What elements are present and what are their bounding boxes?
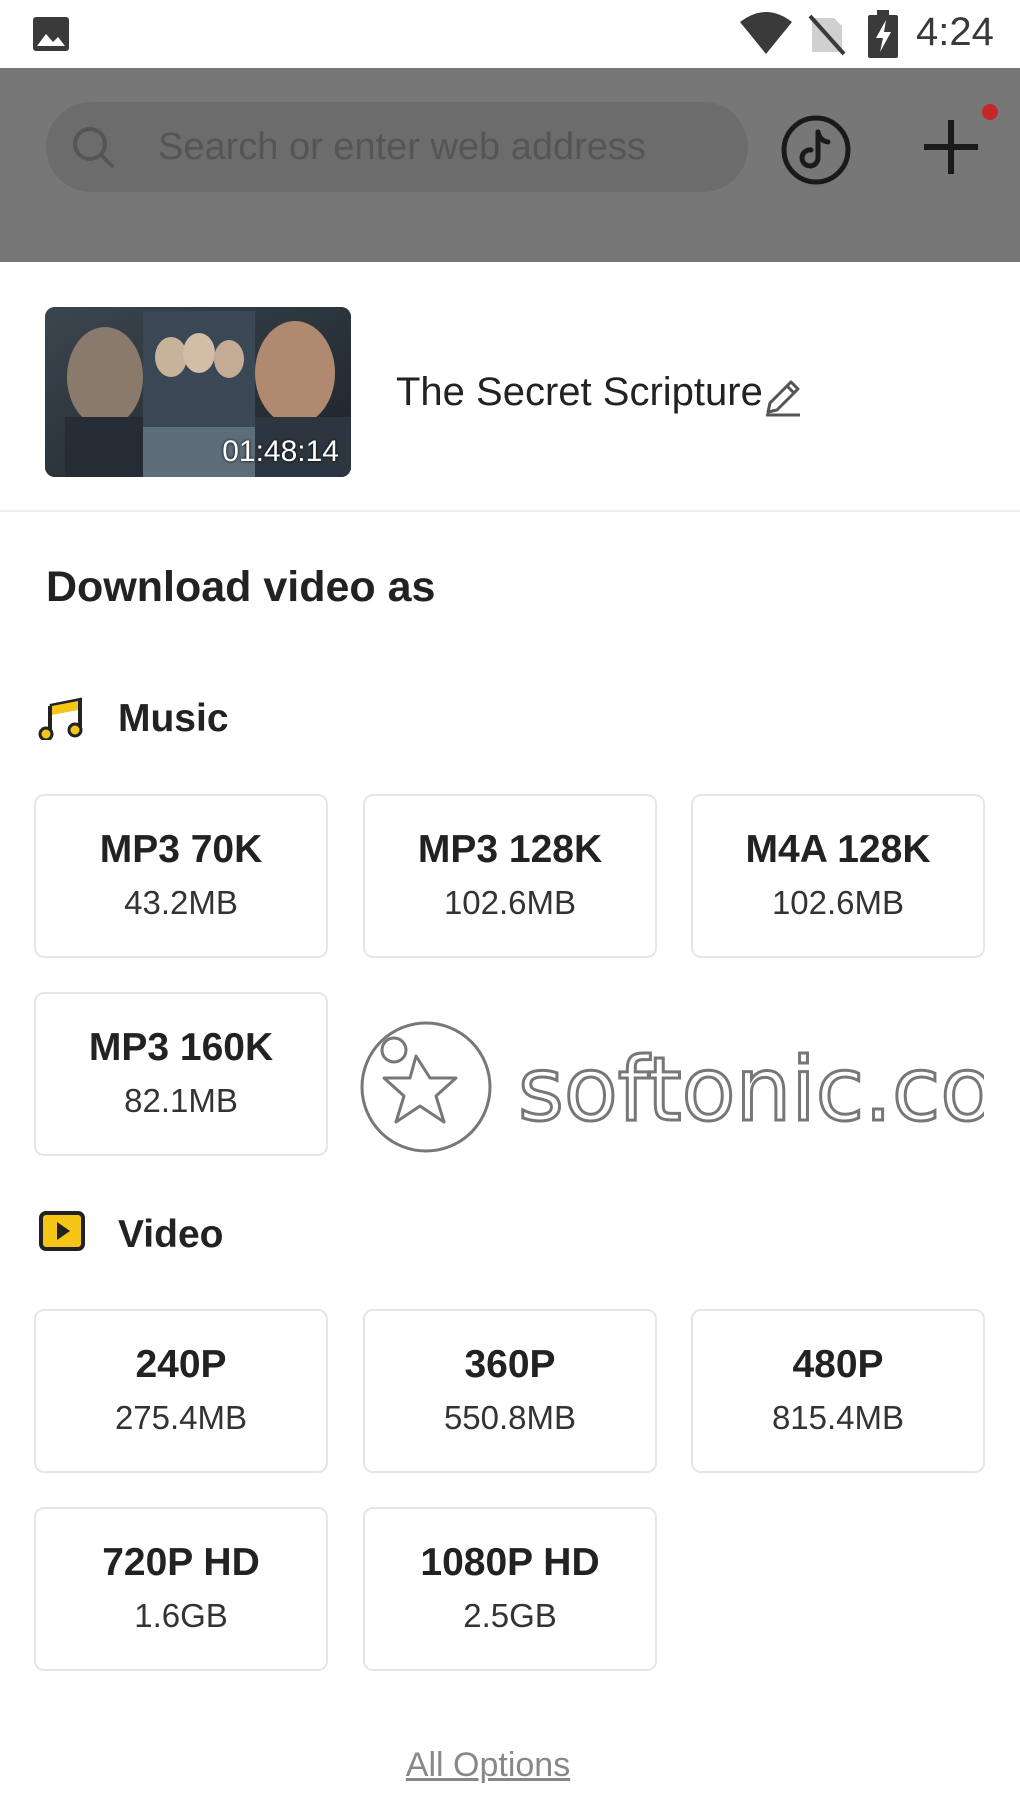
video-play-icon xyxy=(39,1211,85,1251)
video-info: 01:48:14 The Secret Scripture xyxy=(0,262,1020,512)
option-480p[interactable]: 480P 815.4MB xyxy=(691,1309,985,1473)
video-title: The Secret Scripture xyxy=(396,370,763,414)
status-bar: 4:24 xyxy=(0,0,1020,68)
edit-pencil-icon[interactable] xyxy=(762,376,804,418)
option-size: 102.6MB xyxy=(443,884,577,921)
option-quality: MP3 70K xyxy=(99,828,263,871)
option-mp3-70k[interactable]: MP3 70K 43.2MB xyxy=(34,794,328,958)
option-1080p-hd[interactable]: 1080P HD 2.5GB xyxy=(363,1507,657,1671)
search-bar[interactable] xyxy=(46,102,748,192)
option-mp3-128k[interactable]: MP3 128K 102.6MB xyxy=(363,794,657,958)
all-options-link[interactable]: All Options xyxy=(0,1746,976,1785)
status-time: 4:24 xyxy=(916,10,994,54)
wifi-icon xyxy=(740,12,792,54)
option-720p-hd[interactable]: 720P HD 1.6GB xyxy=(34,1507,328,1671)
option-size: 275.4MB xyxy=(114,1399,248,1436)
option-m4a-128k[interactable]: M4A 128K 102.6MB xyxy=(691,794,985,958)
option-quality: 1080P HD xyxy=(420,1541,600,1584)
battery-charging-icon xyxy=(868,10,898,58)
softonic-logo-icon: softonic.com xyxy=(356,1017,1020,1157)
music-section-label: Music xyxy=(118,697,229,740)
option-quality: MP3 128K xyxy=(417,828,603,871)
notification-dot xyxy=(982,104,998,120)
softonic-watermark: softonic.com xyxy=(354,1016,1020,1158)
video-duration: 01:48:14 xyxy=(222,435,339,468)
option-quality: 720P HD xyxy=(102,1541,260,1584)
video-thumbnail: 01:48:14 xyxy=(45,307,351,477)
tiktok-button[interactable] xyxy=(780,114,852,186)
no-sim-icon xyxy=(808,14,846,56)
option-size: 102.6MB xyxy=(771,884,905,921)
option-quality: 240P xyxy=(135,1343,227,1386)
option-size: 1.6GB xyxy=(134,1597,228,1634)
new-tab-button[interactable] xyxy=(920,104,998,178)
search-input[interactable] xyxy=(158,116,718,178)
option-quality: 480P xyxy=(792,1343,884,1386)
download-heading: Download video as xyxy=(46,563,436,611)
option-size: 815.4MB xyxy=(771,1399,905,1436)
option-240p[interactable]: 240P 275.4MB xyxy=(34,1309,328,1473)
option-size: 550.8MB xyxy=(443,1399,577,1436)
video-section-label: Video xyxy=(118,1213,224,1256)
watermark-text: softonic.com xyxy=(518,1038,984,1141)
option-size: 43.2MB xyxy=(124,884,238,921)
option-quality: M4A 128K xyxy=(745,828,931,871)
search-icon xyxy=(73,127,114,168)
browser-toolbar xyxy=(0,68,1020,262)
option-mp3-160k[interactable]: MP3 160K 82.1MB xyxy=(34,992,328,1156)
option-quality: MP3 160K xyxy=(88,1026,274,1069)
option-quality: 360P xyxy=(464,1343,556,1386)
gallery-notification-icon xyxy=(33,17,69,51)
option-size: 2.5GB xyxy=(463,1597,557,1634)
plus-icon xyxy=(924,120,978,174)
option-size: 82.1MB xyxy=(124,1082,238,1119)
music-note-icon xyxy=(38,697,83,740)
option-360p[interactable]: 360P 550.8MB xyxy=(363,1309,657,1473)
